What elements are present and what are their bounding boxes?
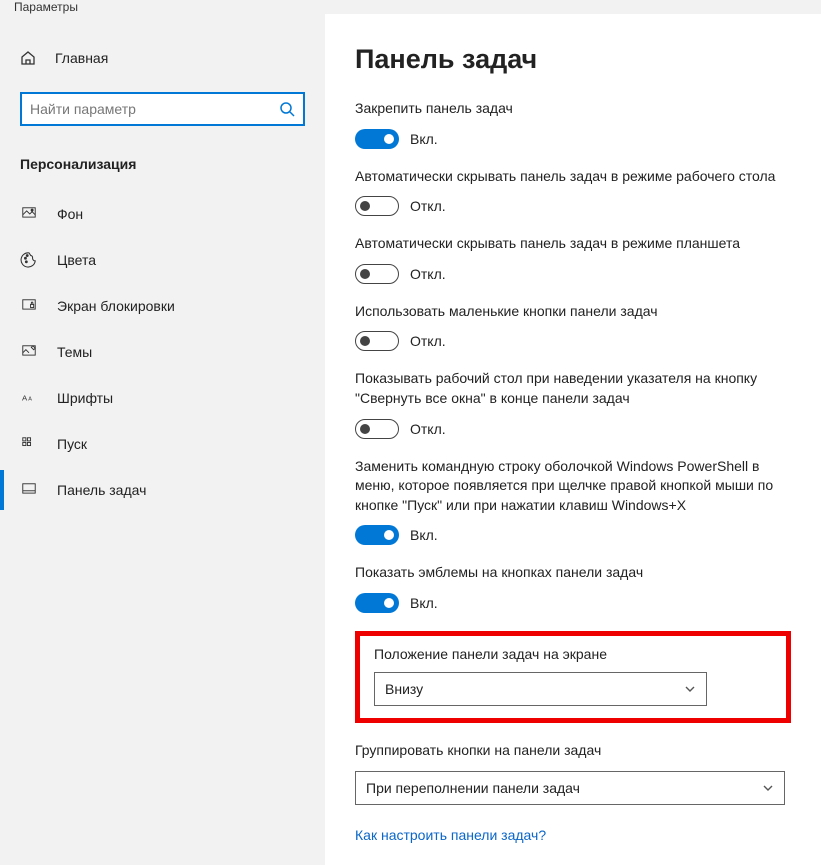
content: Главная Персонализация Фон Ц (0, 14, 821, 865)
toggle-state: Вкл. (410, 131, 438, 147)
category-title: Персонализация (0, 148, 325, 182)
main: Панель задач Закрепить панель задач Вкл.… (325, 14, 821, 865)
dropdown-value: При переполнении панели задач (366, 780, 580, 796)
window-title: Параметры (14, 0, 78, 14)
setting-label: Закрепить панель задач (355, 99, 791, 119)
setting-label: Автоматически скрывать панель задач в ре… (355, 167, 791, 187)
setting-label: Заменить командную строку оболочкой Wind… (355, 457, 791, 516)
setting-badges: Показать эмблемы на кнопках панели задач… (355, 563, 791, 613)
window-titlebar: Параметры (0, 0, 821, 14)
themes-icon (20, 345, 38, 359)
toggle-state: Откл. (410, 333, 446, 349)
svg-text:A: A (28, 396, 32, 402)
sidebar-item-label: Пуск (57, 436, 87, 452)
setting-label: Использовать маленькие кнопки панели зад… (355, 302, 791, 322)
position-dropdown[interactable]: Внизу (374, 672, 707, 706)
page-title: Панель задач (355, 44, 791, 75)
sidebar-item-start[interactable]: Пуск (0, 424, 325, 464)
sidebar: Главная Персонализация Фон Ц (0, 14, 325, 865)
sidebar-item-background[interactable]: Фон (0, 194, 325, 234)
sidebar-item-label: Шрифты (57, 390, 113, 406)
sidebar-item-themes[interactable]: Темы (0, 332, 325, 372)
setting-grouping: Группировать кнопки на панели задач При … (355, 741, 791, 805)
setting-label: Автоматически скрывать панель задач в ре… (355, 234, 791, 254)
setting-peek-desktop: Показывать рабочий стол при наведении ук… (355, 369, 791, 438)
search-field[interactable] (30, 101, 279, 117)
palette-icon (20, 252, 38, 268)
sidebar-item-label: Темы (57, 344, 92, 360)
sidebar-item-lockscreen[interactable]: Экран блокировки (0, 286, 325, 326)
toggle-state: Откл. (410, 421, 446, 437)
taskbar-icon (20, 483, 38, 497)
setting-autohide-tablet: Автоматически скрывать панель задач в ре… (355, 234, 791, 284)
toggle-state: Вкл. (410, 527, 438, 543)
setting-label: Положение панели задач на экране (374, 646, 772, 662)
home-button[interactable]: Главная (0, 42, 325, 74)
highlighted-position-setting: Положение панели задач на экране Внизу (355, 631, 791, 723)
toggle-peek-desktop[interactable] (355, 419, 399, 439)
sidebar-item-label: Экран блокировки (57, 298, 175, 314)
setting-small-buttons: Использовать маленькие кнопки панели зад… (355, 302, 791, 352)
fonts-icon: AA (20, 391, 38, 405)
toggle-lock-taskbar[interactable] (355, 129, 399, 149)
toggle-state: Откл. (410, 198, 446, 214)
sidebar-item-colors[interactable]: Цвета (0, 240, 325, 280)
sidebar-item-label: Фон (57, 206, 83, 222)
setting-label: Группировать кнопки на панели задач (355, 741, 791, 761)
toggle-powershell[interactable] (355, 525, 399, 545)
sidebar-item-taskbar[interactable]: Панель задач (0, 470, 325, 510)
toggle-badges[interactable] (355, 593, 399, 613)
chevron-down-icon (762, 782, 774, 794)
help-link[interactable]: Как настроить панели задач? (355, 827, 546, 843)
search-wrap (20, 92, 305, 126)
setting-label: Показать эмблемы на кнопках панели задач (355, 563, 791, 583)
dropdown-value: Внизу (385, 681, 423, 697)
sidebar-item-fonts[interactable]: AA Шрифты (0, 378, 325, 418)
toggle-state: Вкл. (410, 595, 438, 611)
image-icon (20, 207, 38, 221)
search-input[interactable] (20, 92, 305, 126)
sidebar-item-label: Панель задач (57, 482, 146, 498)
lockscreen-icon (20, 299, 38, 313)
search-icon (279, 101, 295, 117)
start-icon (20, 437, 38, 451)
home-icon (20, 50, 36, 66)
toggle-small-buttons[interactable] (355, 331, 399, 351)
toggle-state: Откл. (410, 266, 446, 282)
home-label: Главная (55, 50, 108, 66)
setting-label: Показывать рабочий стол при наведении ук… (355, 369, 791, 408)
chevron-down-icon (684, 683, 696, 695)
setting-autohide-desktop: Автоматически скрывать панель задач в ре… (355, 167, 791, 217)
svg-text:A: A (22, 393, 28, 402)
sidebar-item-label: Цвета (57, 252, 96, 268)
setting-lock-taskbar: Закрепить панель задач Вкл. (355, 99, 791, 149)
setting-powershell: Заменить командную строку оболочкой Wind… (355, 457, 791, 546)
grouping-dropdown[interactable]: При переполнении панели задач (355, 771, 785, 805)
toggle-autohide-tablet[interactable] (355, 264, 399, 284)
toggle-autohide-desktop[interactable] (355, 196, 399, 216)
